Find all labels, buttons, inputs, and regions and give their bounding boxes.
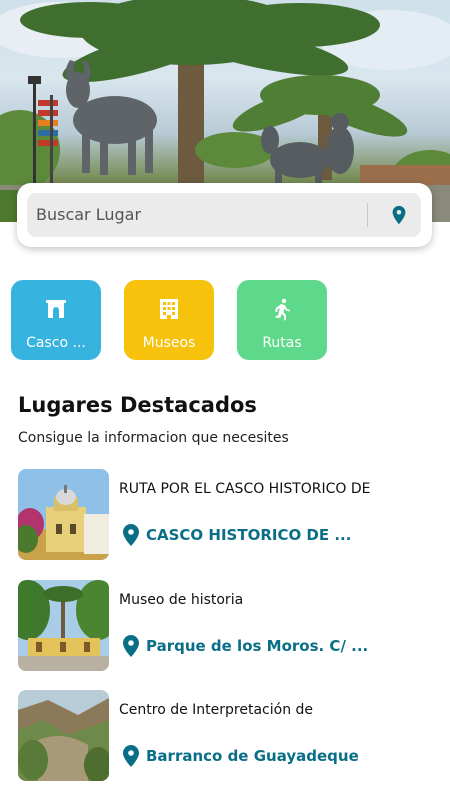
building-icon [160, 299, 178, 319]
place-title: Centro de Interpretación de [119, 702, 314, 718]
category-rutas-button[interactable]: Rutas [237, 280, 327, 360]
location-pin-icon [123, 745, 139, 767]
place-thumbnail [18, 580, 109, 671]
place-list-item[interactable]: Museo de historia Parque de los Moros. C… [0, 580, 450, 672]
location-pin-icon [123, 635, 139, 657]
place-title: RUTA POR EL CASCO HISTORICO DE [119, 481, 371, 497]
location-pin-icon[interactable] [388, 204, 410, 226]
search-input[interactable]: Buscar Lugar [27, 193, 421, 237]
category-casco-button[interactable]: Casco ... [11, 280, 101, 360]
place-thumbnail [18, 690, 109, 781]
place-location: Barranco de Guayadeque [146, 747, 359, 765]
place-title: Museo de historia [119, 592, 244, 608]
location-pin-icon [123, 524, 139, 546]
place-list-item[interactable]: RUTA POR EL CASCO HISTORICO DE CASCO HIS… [0, 469, 450, 561]
search-card: Buscar Lugar [17, 183, 432, 247]
category-museos-button[interactable]: Museos [124, 280, 214, 360]
category-label: Rutas [262, 335, 302, 351]
place-thumbnail [18, 469, 109, 560]
place-location: Parque de los Moros. C/ ... [146, 637, 369, 655]
category-label: Casco ... [26, 335, 86, 351]
place-list-item[interactable]: Centro de Interpretación de Barranco de … [0, 690, 450, 782]
place-location: CASCO HISTORICO DE ... [146, 526, 352, 544]
search-divider [367, 203, 368, 227]
section-title: Lugares Destacados [18, 393, 257, 417]
walking-icon [275, 298, 290, 321]
arch-icon [46, 300, 66, 318]
category-label: Museos [142, 335, 196, 351]
section-subtitle: Consigue la informacion que necesites [18, 430, 289, 446]
search-placeholder: Buscar Lugar [36, 205, 142, 224]
